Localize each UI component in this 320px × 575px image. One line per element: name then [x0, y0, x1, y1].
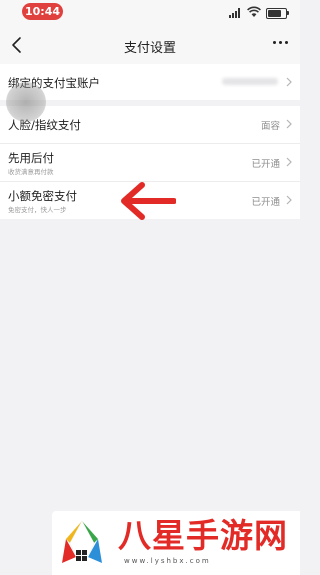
more-options-icon[interactable] — [271, 41, 291, 47]
navigation-bar: 支付设置 — [0, 24, 300, 66]
watermark-logo-icon — [62, 520, 102, 563]
signal-icon — [229, 8, 243, 18]
chevron-right-icon — [286, 195, 292, 205]
setting-label: 小额免密支付 — [8, 189, 77, 203]
battery-icon — [266, 8, 289, 19]
page-title: 支付设置 — [123, 41, 176, 56]
setting-subtitle: 免密支付，快人一步 — [8, 206, 67, 214]
setting-row-face-fingerprint[interactable]: 人脸/指纹支付 面容 — [0, 106, 300, 144]
setting-subtitle: 收货满意再付款 — [8, 168, 54, 176]
status-time: 10:44 — [22, 3, 63, 20]
masked-account-value — [222, 78, 278, 85]
setting-value: 面容 — [260, 121, 280, 132]
touch-indicator — [6, 82, 46, 122]
red-arrow-annotation — [121, 182, 176, 220]
chevron-right-icon — [286, 119, 292, 129]
setting-row-pay-later[interactable]: 先用后付 收货满意再付款 已开通 — [0, 144, 300, 182]
chevron-right-icon — [286, 157, 292, 167]
setting-label: 先用后付 — [8, 151, 54, 165]
setting-value: 已开通 — [251, 197, 280, 208]
setting-value: 已开通 — [251, 159, 280, 170]
chevron-right-icon — [286, 77, 292, 87]
watermark-title: 八星手游网 — [118, 516, 288, 555]
account-card: 绑定的支付宝账户 — [0, 64, 300, 100]
wifi-icon — [247, 6, 261, 17]
setting-row-alipay-account[interactable]: 绑定的支付宝账户 — [0, 64, 300, 100]
watermark-url: www.lyshbx.com — [124, 557, 211, 565]
status-bar: 10:44 — [0, 0, 300, 24]
